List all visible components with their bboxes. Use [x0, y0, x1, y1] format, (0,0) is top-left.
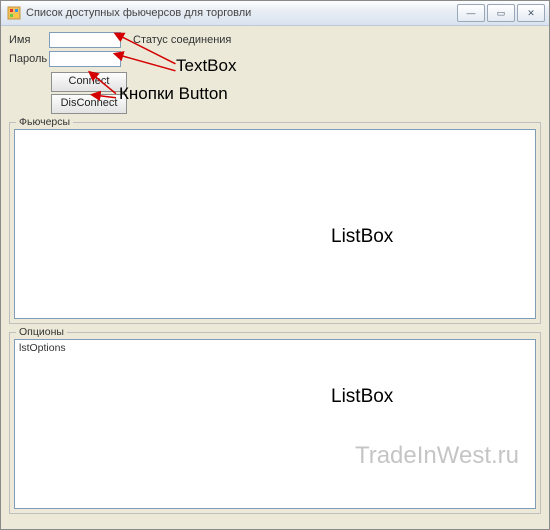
list-item[interactable]: lstOptions: [19, 342, 66, 354]
window-controls: — ▭ ✕: [457, 4, 545, 22]
close-button[interactable]: ✕: [517, 4, 545, 22]
legend-futures: Фьючерсы: [16, 116, 73, 128]
window-title: Список доступных фьючерсов для торговли: [26, 7, 457, 19]
app-icon: [7, 6, 21, 20]
label-password: Пароль: [9, 53, 49, 65]
options-listbox[interactable]: lstOptions: [14, 339, 536, 509]
row-password: Пароль: [9, 51, 541, 67]
maximize-button[interactable]: ▭: [487, 4, 515, 22]
client-area: Имя Статус соединения Пароль Connect Dis…: [1, 26, 549, 530]
connect-button[interactable]: Connect: [51, 72, 127, 92]
status-label: Статус соединения: [133, 34, 231, 46]
app-window: Список доступных фьючерсов для торговли …: [0, 0, 550, 530]
legend-options: Опционы: [16, 326, 67, 338]
groupbox-options: Опционы lstOptions: [9, 332, 541, 514]
disconnect-button[interactable]: DisConnect: [51, 94, 127, 114]
titlebar[interactable]: Список доступных фьючерсов для торговли …: [1, 1, 549, 26]
groupbox-futures: Фьючерсы: [9, 122, 541, 324]
minimize-button[interactable]: —: [457, 4, 485, 22]
futures-listbox[interactable]: [14, 129, 536, 319]
name-input[interactable]: [49, 32, 121, 48]
annotation-buttons: Кнопки Button: [119, 84, 228, 104]
label-name: Имя: [9, 34, 49, 46]
row-name: Имя Статус соединения: [9, 32, 541, 48]
password-input[interactable]: [49, 51, 121, 67]
